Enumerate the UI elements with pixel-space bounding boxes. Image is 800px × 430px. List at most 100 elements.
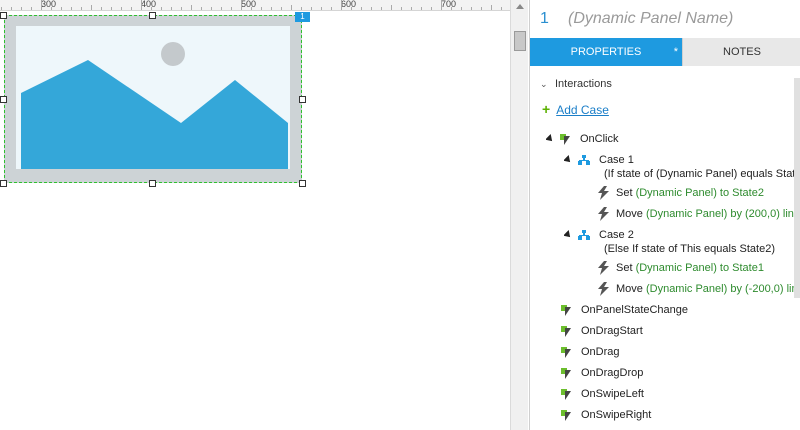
action-detail: (Dynamic Panel) to State1 xyxy=(635,261,764,274)
resize-handle[interactable] xyxy=(299,180,306,187)
expand-triangle-icon[interactable] xyxy=(564,155,573,166)
ruler-tick xyxy=(431,7,432,10)
interactions-section-header[interactable]: ⌄ Interactions xyxy=(540,78,612,90)
action-verb: Move xyxy=(616,207,643,220)
unsaved-marker: * xyxy=(673,46,678,58)
ruler-tick xyxy=(241,0,242,10)
ruler-tick xyxy=(331,7,332,10)
lightning-icon xyxy=(598,282,609,296)
ruler-tick xyxy=(441,0,442,10)
horizontal-ruler: 300 400 500 600 700 xyxy=(0,0,510,11)
ruler-label: 600 xyxy=(341,0,357,9)
tab-notes[interactable]: NOTES xyxy=(682,38,800,66)
ruler-tick xyxy=(121,7,122,10)
ruler-tick xyxy=(161,7,162,10)
ruler-tick xyxy=(81,7,82,10)
resize-handle[interactable] xyxy=(0,180,7,187)
tab-properties[interactable]: PROPERTIES * xyxy=(530,38,682,66)
action-detail: (Dynamic Panel) by (-200,0) linear 500ms xyxy=(645,282,800,295)
action-row[interactable]: Set (Dynamic Panel) to State2 xyxy=(598,186,800,200)
widget-name-field[interactable]: (Dynamic Panel Name) xyxy=(568,10,733,28)
event-label: OnSwipeRight xyxy=(581,409,652,421)
ruler-tick xyxy=(391,5,392,10)
resize-handle[interactable] xyxy=(0,96,7,103)
add-case-label: Add Case xyxy=(556,103,609,117)
ruler-tick xyxy=(471,7,472,10)
ruler-tick xyxy=(201,7,202,10)
case-label: Case 1 xyxy=(599,154,634,166)
ruler-tick xyxy=(491,5,492,10)
action-row[interactable]: Move (Dynamic Panel) by (200,0) linear 5… xyxy=(598,207,800,221)
ruler-tick xyxy=(451,7,452,10)
ruler-tick xyxy=(61,7,62,10)
panel-scrollbar[interactable] xyxy=(794,78,800,298)
resize-handle[interactable] xyxy=(299,96,306,103)
event-ondragdrop[interactable]: OnDragDrop xyxy=(561,367,797,379)
ruler-tick xyxy=(371,7,372,10)
chevron-down-icon: ⌄ xyxy=(540,79,548,89)
tab-properties-label: PROPERTIES xyxy=(570,46,642,58)
ruler-tick xyxy=(91,5,92,10)
design-canvas[interactable]: 300 400 500 600 700 1 xyxy=(0,0,510,430)
event-onswipeleft[interactable]: OnSwipeLeft xyxy=(561,388,797,400)
resize-handle[interactable] xyxy=(0,12,7,19)
canvas-scrollbar[interactable] xyxy=(510,0,528,430)
add-case-link[interactable]: + Add Case xyxy=(542,101,609,117)
ruler-label: 300 xyxy=(41,0,57,9)
event-icon xyxy=(561,388,574,400)
ruler-tick xyxy=(11,7,12,10)
ruler-tick xyxy=(281,7,282,10)
scroll-up-icon[interactable] xyxy=(516,4,524,9)
plus-icon: + xyxy=(542,101,551,117)
lightning-icon xyxy=(598,261,609,275)
event-onclick[interactable]: OnClick xyxy=(546,133,796,145)
ruler-tick xyxy=(1,7,2,10)
ruler-tick xyxy=(141,0,142,10)
ruler-tick xyxy=(401,7,402,10)
event-ondragstart[interactable]: OnDragStart xyxy=(561,325,797,337)
ruler-tick xyxy=(321,7,322,10)
event-ondrag[interactable]: OnDrag xyxy=(561,346,797,358)
action-row[interactable]: Move (Dynamic Panel) by (-200,0) linear … xyxy=(598,282,800,296)
event-onpanelstatechange[interactable]: OnPanelStateChange xyxy=(561,304,797,316)
ruler-tick xyxy=(131,7,132,10)
inspector-tabs: PROPERTIES * NOTES xyxy=(530,38,800,66)
action-verb: Move xyxy=(616,282,643,295)
ruler-tick xyxy=(181,7,182,10)
event-label: OnDragDrop xyxy=(581,367,644,379)
ruler-label: 500 xyxy=(241,0,257,9)
case-2[interactable]: Case 2 xyxy=(564,229,800,241)
scrollbar-thumb[interactable] xyxy=(514,31,526,51)
ruler-tick xyxy=(301,7,302,10)
widget-badge[interactable]: 1 xyxy=(295,12,310,22)
case-icon xyxy=(578,155,590,166)
event-onswiperight[interactable]: OnSwipeRight xyxy=(561,409,797,421)
event-label: OnSwipeLeft xyxy=(581,388,644,400)
action-detail: (Dynamic Panel) by (200,0) linear 500ms xyxy=(645,207,800,220)
case-label: Case 2 xyxy=(599,229,634,241)
ruler-tick xyxy=(411,7,412,10)
expand-triangle-icon[interactable] xyxy=(546,134,555,145)
dynamic-panel-widget[interactable] xyxy=(4,15,302,183)
resize-handle[interactable] xyxy=(149,180,156,187)
event-label: OnDragStart xyxy=(581,325,643,337)
ruler-tick xyxy=(191,5,192,10)
event-icon xyxy=(561,409,574,421)
expand-triangle-icon[interactable] xyxy=(564,230,573,241)
ruler-tick xyxy=(501,7,502,10)
ruler-tick xyxy=(261,7,262,10)
case-1[interactable]: Case 1 xyxy=(564,154,800,166)
ruler-tick xyxy=(101,7,102,10)
ruler-tick xyxy=(481,7,482,10)
event-icon xyxy=(561,304,574,316)
ruler-tick xyxy=(251,7,252,10)
event-label: OnDrag xyxy=(581,346,620,358)
event-icon xyxy=(561,346,574,358)
ruler-label: 400 xyxy=(141,0,157,9)
ruler-tick xyxy=(341,0,342,10)
action-row[interactable]: Set (Dynamic Panel) to State1 xyxy=(598,261,800,275)
ruler-tick xyxy=(111,7,112,10)
resize-handle[interactable] xyxy=(149,12,156,19)
inspector-panel: 1 (Dynamic Panel Name) PROPERTIES * NOTE… xyxy=(529,0,800,430)
lightning-icon xyxy=(598,186,609,200)
